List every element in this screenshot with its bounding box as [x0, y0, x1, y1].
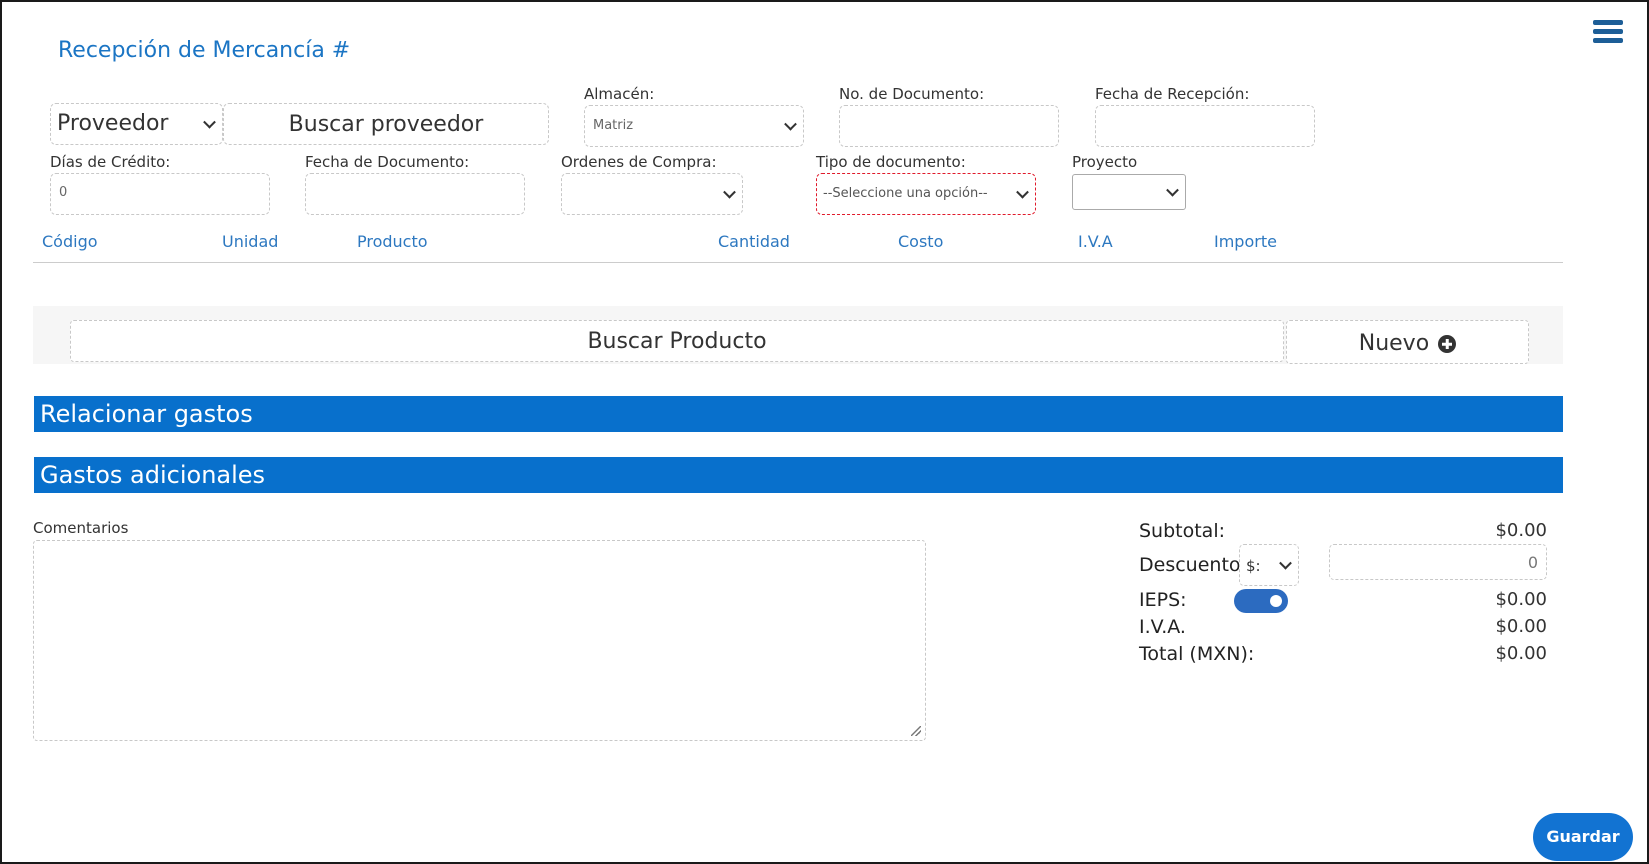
gastos-adicionales-header[interactable]: Gastos adicionales	[34, 457, 1563, 493]
new-product-label: Nuevo	[1358, 331, 1430, 356]
iva-value: $0.00	[1495, 616, 1547, 637]
chevron-down-icon	[1016, 185, 1029, 199]
subtotal-value: $0.00	[1495, 520, 1547, 541]
ieps-label: IEPS:	[1139, 589, 1187, 611]
column-header-cantidad: Cantidad	[718, 232, 790, 251]
no-documento-input[interactable]	[839, 105, 1059, 147]
ordenes-compra-label: Ordenes de Compra:	[561, 153, 717, 171]
ordenes-compra-value	[562, 185, 570, 201]
supplier-search-placeholder: Buscar proveedor	[288, 112, 484, 137]
toggle-knob	[1270, 595, 1282, 607]
descuento-label: Descuento	[1139, 554, 1241, 576]
column-header-producto: Producto	[357, 232, 428, 251]
almacen-value: Matriz	[593, 118, 634, 133]
fecha-recepcion-input[interactable]	[1095, 105, 1315, 147]
total-label: Total (MXN):	[1139, 643, 1255, 665]
tipo-documento-select[interactable]: --Seleccione una opción--	[816, 173, 1036, 215]
hamburger-menu-icon[interactable]	[1593, 20, 1623, 46]
almacen-label: Almacén:	[584, 85, 655, 103]
supplier-type-value: Proveedor	[57, 111, 169, 136]
plus-circle-icon	[1438, 335, 1457, 353]
almacen-select[interactable]: Matriz	[584, 105, 804, 147]
ieps-value: $0.00	[1495, 589, 1547, 610]
product-search-placeholder: Buscar Producto	[587, 329, 767, 354]
table-header-divider	[33, 262, 1563, 263]
proyecto-label: Proyecto	[1072, 153, 1138, 171]
page-title: Recepción de Mercancía #	[58, 38, 351, 63]
column-header-iva: I.V.A	[1078, 232, 1113, 251]
column-header-codigo: Código	[42, 232, 98, 251]
save-button[interactable]: Guardar	[1533, 813, 1633, 861]
column-header-unidad: Unidad	[222, 232, 279, 251]
tipo-documento-value: --Seleccione una opción--	[823, 186, 988, 201]
fecha-documento-label: Fecha de Documento:	[305, 153, 470, 171]
ordenes-compra-select[interactable]	[561, 173, 743, 215]
product-search-input[interactable]: Buscar Producto	[70, 320, 1284, 362]
comentarios-textarea[interactable]	[33, 540, 926, 741]
dias-credito-input[interactable]: 0	[50, 173, 270, 215]
fecha-documento-input[interactable]	[305, 173, 525, 215]
descuento-value: 0	[1527, 553, 1538, 572]
resize-grip-icon[interactable]	[911, 726, 921, 736]
no-documento-label: No. de Documento:	[839, 85, 985, 103]
supplier-search-input[interactable]: Buscar proveedor	[223, 103, 549, 145]
no-documento-value	[840, 117, 848, 133]
subtotal-label: Subtotal:	[1139, 520, 1226, 542]
dias-credito-label: Días de Crédito:	[50, 153, 171, 171]
comentarios-label: Comentarios	[33, 519, 129, 537]
total-value: $0.00	[1495, 643, 1547, 664]
dias-credito-value: 0	[59, 185, 68, 200]
chevron-down-icon	[784, 117, 797, 131]
page-frame: Recepción de Mercancía # Proveedor Busca…	[0, 0, 1649, 864]
proyecto-value	[1073, 186, 1081, 202]
chevron-down-icon	[203, 115, 216, 129]
fecha-recepcion-value	[1096, 117, 1104, 133]
iva-label: I.V.A.	[1139, 616, 1186, 638]
descuento-input[interactable]: 0	[1329, 544, 1547, 580]
column-header-importe: Importe	[1214, 232, 1277, 251]
fecha-documento-value	[306, 185, 314, 201]
chevron-down-icon	[723, 185, 736, 199]
new-product-button[interactable]: Nuevo	[1286, 320, 1529, 364]
relacionar-gastos-header[interactable]: Relacionar gastos	[34, 396, 1563, 432]
descuento-type-select[interactable]: $:	[1239, 544, 1299, 586]
chevron-down-icon	[1166, 183, 1179, 197]
column-header-costo: Costo	[898, 232, 944, 251]
chevron-down-icon	[1279, 556, 1292, 570]
supplier-type-select[interactable]: Proveedor	[50, 103, 223, 145]
fecha-recepcion-label: Fecha de Recepción:	[1095, 85, 1250, 103]
proyecto-select[interactable]	[1072, 174, 1186, 210]
ieps-toggle[interactable]	[1234, 589, 1288, 613]
tipo-documento-label: Tipo de documento:	[816, 153, 966, 171]
descuento-type-value: $:	[1246, 557, 1261, 575]
